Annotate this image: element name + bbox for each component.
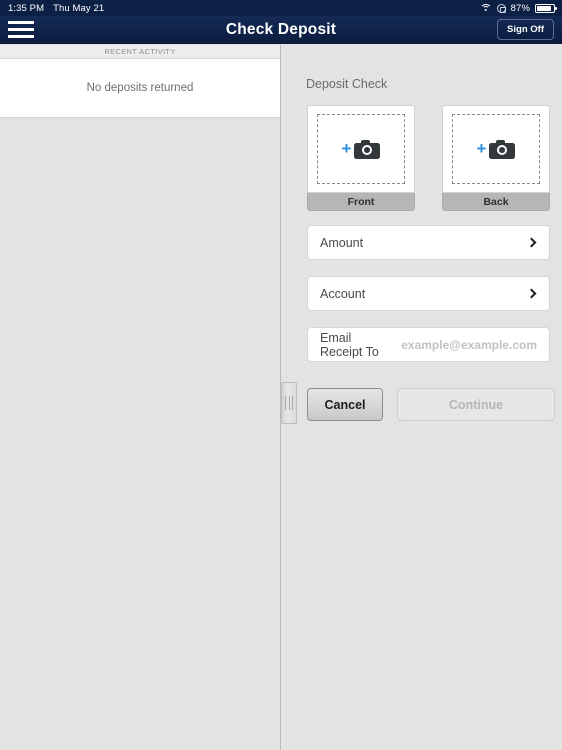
rotation-lock-icon <box>496 3 506 13</box>
plus-icon: + <box>341 139 352 158</box>
capture-cards: + Front + Back <box>307 105 550 211</box>
continue-button[interactable]: Continue <box>397 388 555 421</box>
status-time: 1:35 PM <box>8 2 45 14</box>
section-title: Deposit Check <box>306 77 388 91</box>
deposit-check-panel: Deposit Check + Front + Back Amount Acco… <box>281 45 562 750</box>
account-label: Account <box>320 286 366 301</box>
navigation-bar: Check Deposit Sign Off <box>0 16 562 44</box>
email-receipt-input[interactable]: example@example.com <box>401 338 537 352</box>
recent-activity-empty-state: No deposits returned <box>0 59 280 118</box>
chevron-right-icon <box>526 237 537 248</box>
camera-icon <box>489 139 516 159</box>
deposit-form: Amount Account Email Receipt To example@… <box>307 225 550 378</box>
page-title: Check Deposit <box>225 20 337 38</box>
status-bar: 1:35 PM Thu May 21 87% <box>0 0 562 16</box>
status-date: Thu May 21 <box>53 2 105 14</box>
capture-front-label: Front <box>307 193 415 211</box>
status-bar-right: 87% <box>479 2 562 14</box>
app-root: 1:35 PM Thu May 21 87% Check Deposit Sig… <box>0 0 562 750</box>
battery-icon <box>535 3 557 13</box>
camera-icon <box>354 139 381 159</box>
email-receipt-label: Email Receipt To <box>320 330 379 359</box>
capture-front-dropzone: + <box>317 114 405 184</box>
capture-card-back[interactable]: + Back <box>442 105 550 211</box>
chevron-right-icon <box>526 288 537 299</box>
sign-off-button[interactable]: Sign Off <box>497 19 554 40</box>
amount-label: Amount <box>320 235 364 250</box>
capture-back-button[interactable]: + <box>442 105 550 193</box>
wifi-icon <box>479 3 492 13</box>
capture-back-label: Back <box>442 193 550 211</box>
capture-front-button[interactable]: + <box>307 105 415 193</box>
battery-percent: 87% <box>510 2 530 14</box>
drag-handle-icon[interactable] <box>281 382 297 424</box>
status-bar-left: 1:35 PM Thu May 21 <box>0 3 104 14</box>
account-row[interactable]: Account <box>307 276 550 311</box>
empty-message: No deposits returned <box>86 82 194 94</box>
plus-icon: + <box>476 139 487 158</box>
email-receipt-row[interactable]: Email Receipt To example@example.com <box>307 327 550 362</box>
hamburger-menu-icon[interactable] <box>8 20 34 40</box>
capture-back-dropzone: + <box>452 114 540 184</box>
capture-card-front[interactable]: + Front <box>307 105 415 211</box>
amount-row[interactable]: Amount <box>307 225 550 260</box>
cancel-button[interactable]: Cancel <box>307 388 383 421</box>
recent-activity-header: RECENT ACTIVITY <box>0 45 280 59</box>
action-buttons: Cancel Continue <box>307 388 555 421</box>
recent-activity-panel: RECENT ACTIVITY No deposits returned <box>0 45 281 750</box>
